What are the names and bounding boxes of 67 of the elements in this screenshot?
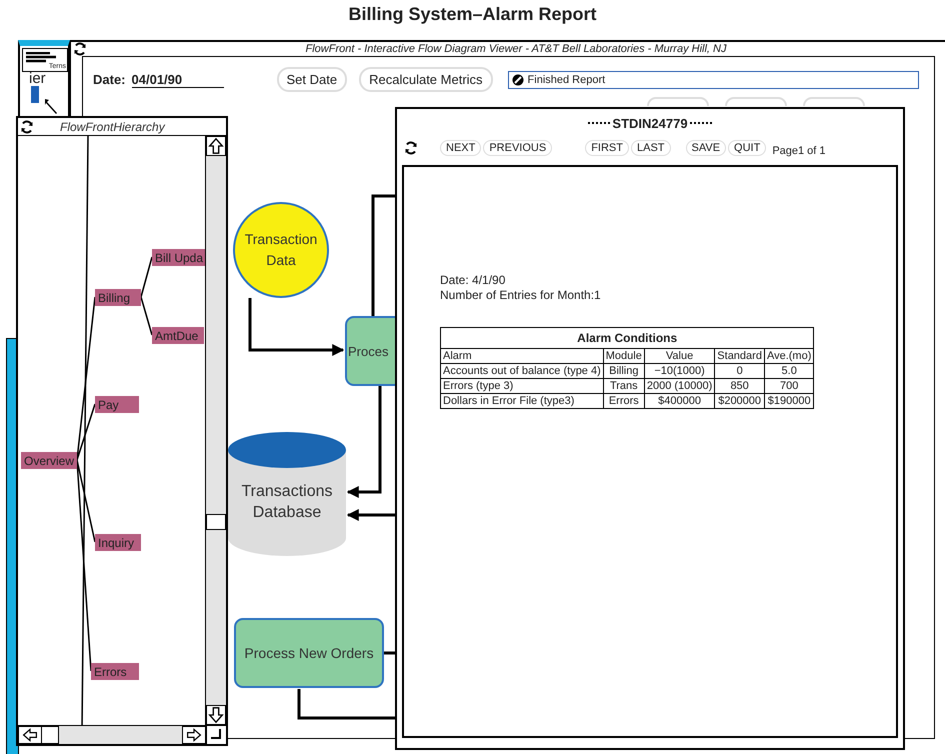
scroll-thumb[interactable] — [41, 726, 59, 744]
column-header: Module — [603, 348, 644, 364]
table-cell: 700 — [764, 378, 814, 394]
refresh-icon[interactable] — [404, 141, 418, 155]
date-label: Date: — [93, 72, 126, 87]
table-cell: 5.0 — [764, 364, 814, 378]
status-icon — [512, 74, 524, 86]
data-store: Transactions Database — [228, 432, 346, 556]
table-cell: 2000 (10000) — [644, 378, 715, 394]
tree-node[interactable]: Overview — [21, 452, 77, 469]
scrollbar[interactable] — [18, 726, 206, 744]
table-cell: 850 — [714, 378, 764, 394]
tree-node[interactable]: Errors — [91, 663, 139, 680]
tree-node[interactable]: Pay — [95, 396, 139, 413]
toolbar-button[interactable]: Set Date — [276, 67, 348, 92]
window-title: ier — [29, 70, 46, 87]
page-title: Billing System–Alarm Report — [348, 4, 597, 25]
window-title: FlowFrontHierarchy — [60, 120, 165, 134]
connector-line — [140, 296, 153, 336]
toolbar-button[interactable]: Recalculate Metrics — [359, 67, 493, 92]
tree-node[interactable]: Inquiry — [95, 534, 141, 551]
nav-button[interactable]: PREVIOUS — [483, 140, 552, 156]
refresh-icon[interactable] — [73, 42, 87, 56]
scroll-thumb — [31, 86, 39, 103]
table-cell: $400000 — [644, 394, 715, 408]
table-cell: 0 — [714, 364, 764, 378]
scrollbar[interactable] — [206, 136, 226, 726]
table-cell: Trans — [603, 378, 644, 394]
refresh-icon[interactable] — [20, 120, 34, 134]
table-cell: $200000 — [714, 394, 764, 408]
table-cell: Accounts out of balance (type 4) — [440, 364, 604, 378]
table-cell: Errors — [603, 394, 644, 408]
tree-node[interactable]: AmtDue — [152, 327, 204, 344]
scroll-down-icon[interactable] — [206, 705, 226, 725]
scroll-left-icon[interactable] — [18, 726, 42, 744]
page-indicator: Page1 of 1 — [772, 145, 826, 157]
connector-line — [140, 256, 153, 298]
entry-count: Number of Entries for Month:1 — [440, 288, 602, 303]
table-cell: −10(1000) — [644, 364, 715, 378]
table-title: Alarm Conditions — [440, 328, 814, 348]
cursor-icon — [44, 98, 58, 114]
column-header: Value — [644, 348, 715, 364]
nav-button[interactable]: NEXT — [440, 140, 482, 156]
column-header: Ave.(mo) — [764, 348, 814, 364]
nav-button[interactable]: QUIT — [728, 140, 766, 156]
scroll-right-icon[interactable] — [182, 726, 206, 744]
process-box: Process New Orders — [234, 618, 384, 688]
status-text: Finished Report — [528, 74, 606, 86]
table-cell: Errors (type 3) — [440, 378, 604, 394]
resize-icon[interactable] — [211, 729, 221, 739]
lines-icon — [26, 52, 56, 64]
table-cell: Dollars in Error File (type3) — [440, 394, 604, 408]
scroll-thumb[interactable] — [206, 514, 226, 530]
table-cell: Billing — [603, 364, 644, 378]
column-header: Standard — [714, 348, 764, 364]
nav-button[interactable]: FIRST — [585, 140, 629, 156]
column-header: Alarm — [440, 348, 604, 364]
nav-button[interactable]: LAST — [630, 140, 670, 156]
nav-button[interactable]: SAVE — [686, 140, 726, 156]
window-title: STDIN24779 — [612, 116, 688, 130]
tree-node[interactable]: Billing — [95, 289, 141, 306]
date-value: 04/01/90 — [132, 72, 224, 88]
table-cell: $190000 — [764, 394, 814, 408]
report-date: Date: 4/1/90 — [440, 273, 506, 288]
window-title: FlowFront - Interactive Flow Diagram Viewer - AT&T Bell Laboratories - Murray Hill, NJ — [304, 43, 728, 55]
tree-node[interactable]: Bill Upda — [152, 249, 205, 266]
scroll-up-icon[interactable] — [206, 136, 226, 156]
